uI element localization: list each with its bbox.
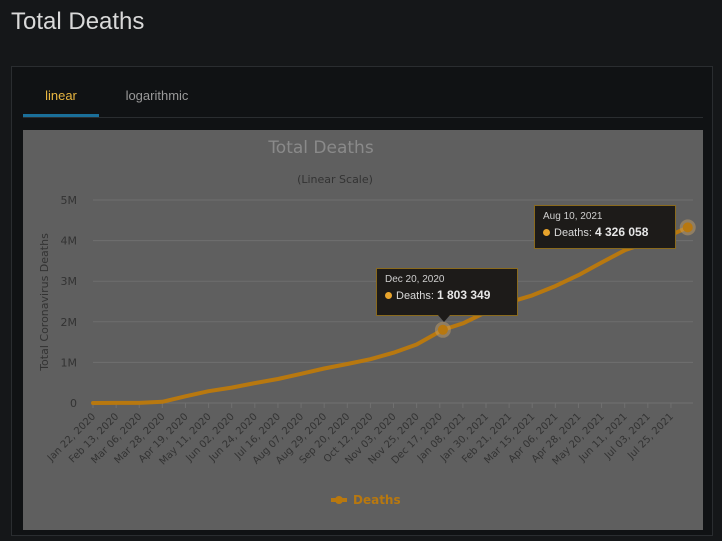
y-tick-label: 3M (61, 275, 78, 288)
page-title: Total Deaths (11, 8, 145, 35)
tab-logarithmic[interactable]: logarithmic (115, 79, 199, 117)
tooltip-value: 4 326 058 (594, 225, 649, 239)
tab-linear[interactable]: linear (23, 79, 99, 117)
y-tick-label: 2M (61, 316, 78, 329)
y-tick-label: 5M (61, 194, 78, 207)
legend[interactable]: Deaths (331, 493, 401, 507)
tooltip-label: Deaths: (396, 290, 434, 302)
series-dot-icon (543, 229, 550, 236)
y-tick-label: 1M (61, 356, 78, 369)
tooltip-label: Deaths: (554, 227, 592, 239)
tooltip-date: Aug 10, 2021 (543, 211, 603, 222)
x-axis-ticks: Jan 22, 2020Feb 13, 2020Mar 06, 2020Mar … (45, 403, 676, 467)
highlight-point-2[interactable] (682, 222, 693, 233)
tooltip-date: Dec 20, 2020 (385, 274, 445, 285)
legend-item-deaths[interactable]: Deaths (353, 493, 401, 507)
tooltip-value: 1 803 349 (436, 288, 491, 302)
series-dot-icon (385, 292, 392, 299)
chart-area: 0 1M 2M 3M 4M 5M Jan 22, 2020 Feb 13, 2020 Mar … (23, 130, 703, 530)
highlight-point-1[interactable] (437, 324, 448, 335)
y-axis-label: Total Coronavirus Deaths (38, 233, 51, 372)
chart-title: Total Deaths (267, 138, 374, 158)
tooltip-arrow (438, 315, 450, 322)
y-tick-label: 4M (61, 235, 78, 248)
legend-marker-icon (335, 496, 343, 504)
tooltip-aug-10-2021: Aug 10, 2021 Deaths: 4 326 058 (534, 205, 676, 249)
chart-panel: linear logarithmic 0 1M 2M 3M 4M 5M Jan 22, 2… (11, 66, 713, 536)
scale-tabs: linear logarithmic (23, 79, 703, 118)
total-deaths-chart: 0 1M 2M 3M 4M 5M Jan 22, 2020Feb 13, 2020Mar … (38, 138, 696, 507)
y-tick-label: 0 (70, 397, 77, 410)
y-axis-ticks: 0 1M 2M 3M 4M 5M (61, 194, 78, 410)
chart-subtitle: (Linear Scale) (297, 173, 373, 186)
tooltip-dec-20-2020: Dec 20, 2020 Deaths: 1 803 349 (376, 268, 518, 322)
